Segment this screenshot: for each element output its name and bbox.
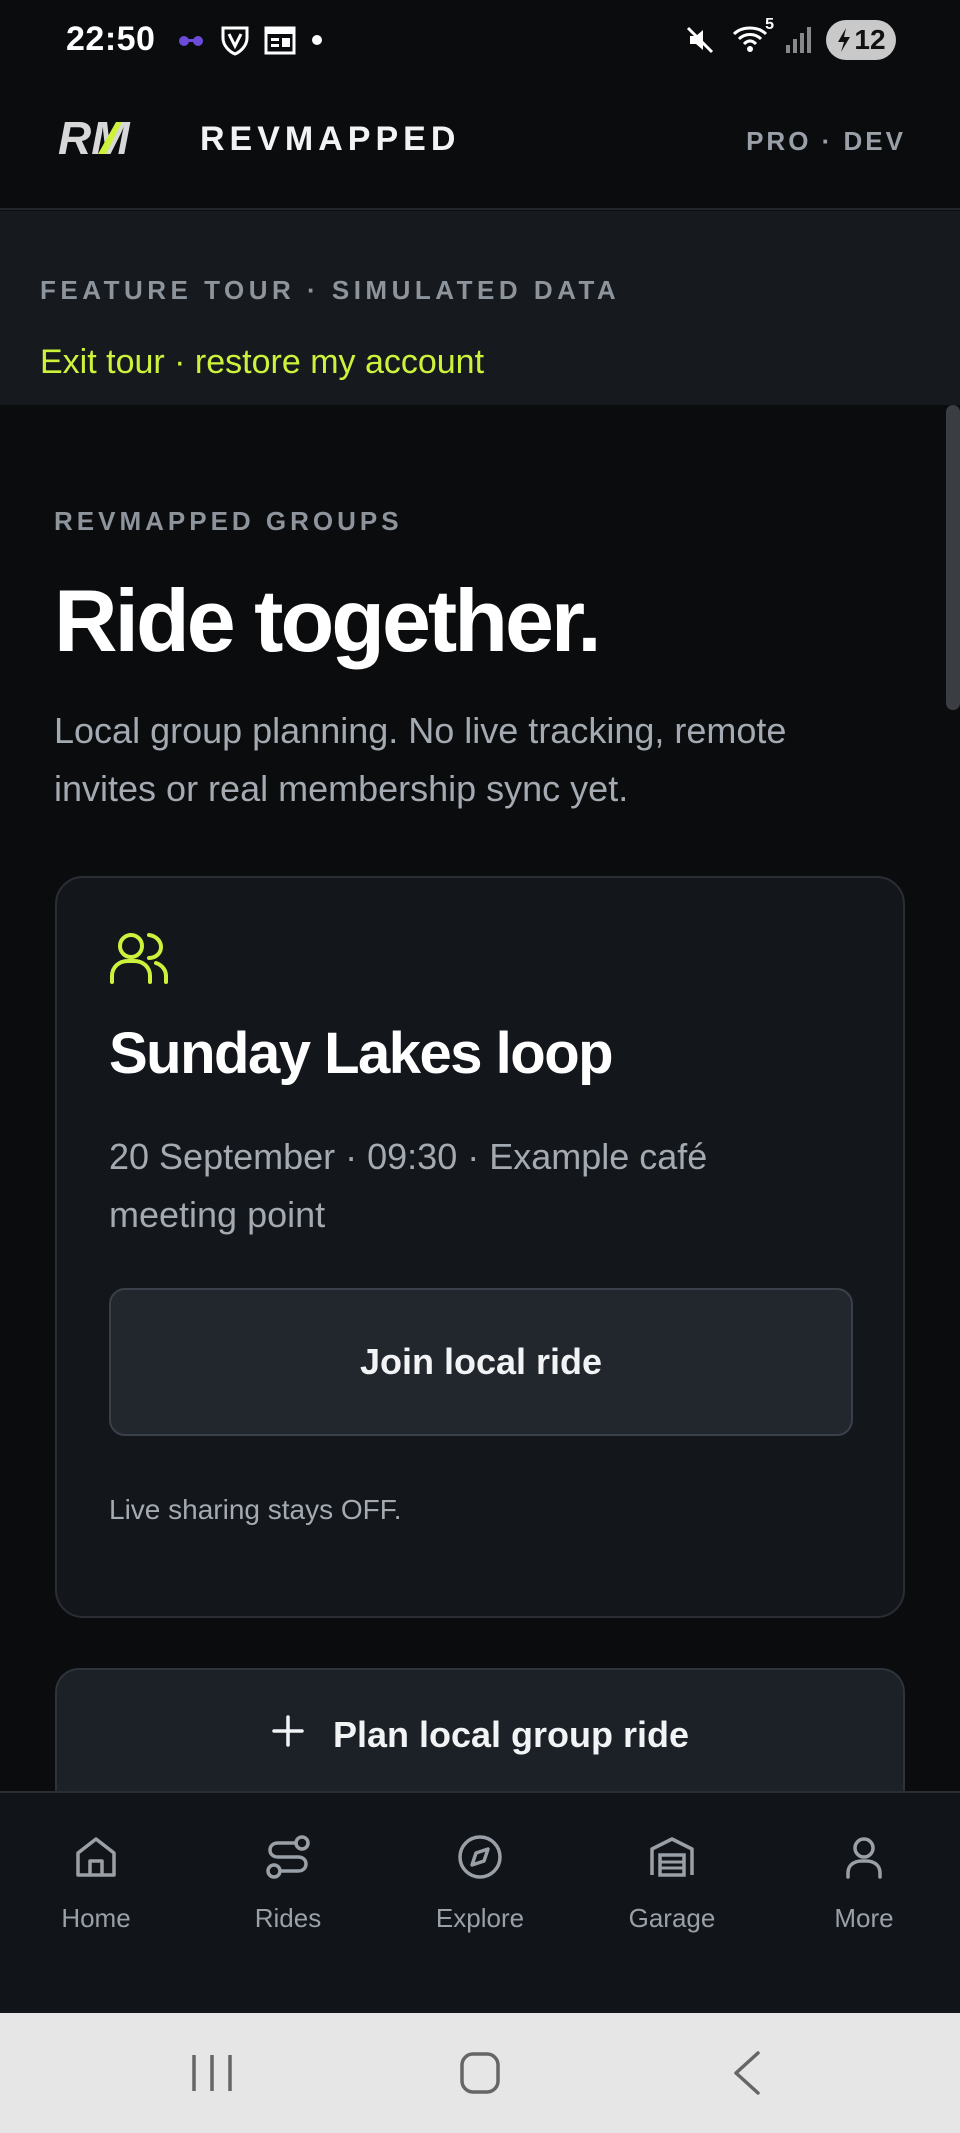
glasses-icon xyxy=(179,36,203,46)
wifi-icon xyxy=(732,26,768,52)
exit-tour-link[interactable]: Exit tour · restore my account xyxy=(40,343,484,382)
plan-group-ride-button[interactable]: Plan local group ride xyxy=(55,1668,905,1808)
person-icon xyxy=(846,1837,882,1879)
battery-indicator: 12 xyxy=(826,20,896,60)
mute-icon xyxy=(686,26,714,54)
brand-name: REVMAPPED xyxy=(200,120,461,158)
home-button-icon[interactable] xyxy=(440,2043,520,2103)
nav-label-more: More xyxy=(834,1903,894,1933)
wifi-indicator: 5 xyxy=(730,16,774,59)
home-icon xyxy=(76,1837,116,1877)
nav-item-more[interactable]: More xyxy=(768,1793,960,2015)
scrollbar-thumb[interactable] xyxy=(946,405,960,710)
charging-bolt-icon xyxy=(838,28,851,52)
status-system-icons: 5 12 xyxy=(684,16,896,60)
nav-item-garage[interactable]: Garage xyxy=(576,1793,768,2015)
route-icon xyxy=(266,1835,310,1879)
signal-icon xyxy=(786,27,811,53)
compass-icon xyxy=(458,1835,502,1879)
calendar-icon xyxy=(264,26,296,55)
shield-v-icon xyxy=(221,26,249,56)
users-icon xyxy=(110,933,168,984)
status-time: 22:50 xyxy=(66,20,156,58)
status-bar: 22:50 5 12 xyxy=(0,0,960,84)
back-icon[interactable] xyxy=(708,2043,788,2103)
nav-label-explore: Explore xyxy=(435,1903,525,1933)
nav-item-explore[interactable]: Explore xyxy=(384,1793,576,2015)
battery-level: 12 xyxy=(854,24,886,55)
nav-item-rides[interactable]: Rides xyxy=(192,1793,384,2015)
logo-text: RM xyxy=(58,114,131,160)
system-navigation-bar xyxy=(0,2013,960,2133)
join-local-ride-button[interactable]: Join local ride xyxy=(109,1288,853,1436)
feature-tour-banner: FEATURE TOUR · SIMULATED DATA Exit tour … xyxy=(0,211,960,405)
plan-button-label: Plan local group ride xyxy=(332,1714,690,1755)
group-ride-card: Sunday Lakes loop 20 September · 09:30 ·… xyxy=(55,876,905,1618)
nav-label-garage: Garage xyxy=(628,1903,716,1933)
status-notification-icons xyxy=(176,24,324,56)
page-title: Ride together. xyxy=(54,571,602,670)
recents-icon[interactable] xyxy=(172,2043,252,2103)
section-eyebrow: REVMAPPED GROUPS xyxy=(54,506,403,536)
live-sharing-note: Live sharing stays OFF. xyxy=(109,1494,402,1525)
ride-title: Sunday Lakes loop xyxy=(109,1021,614,1086)
nav-label-rides: Rides xyxy=(254,1903,322,1933)
wifi-band-label: 5 xyxy=(765,15,774,33)
plus-icon xyxy=(272,1715,304,1747)
nav-item-home[interactable]: Home xyxy=(0,1793,192,2015)
tour-eyebrow: FEATURE TOUR · SIMULATED DATA xyxy=(40,275,621,305)
revmapped-logo[interactable]: RM xyxy=(58,114,172,160)
bottom-navigation: Home Rides Explore Garage More xyxy=(0,1791,960,2013)
nav-label-home: Home xyxy=(61,1903,131,1933)
garage-icon xyxy=(650,1837,694,1877)
ride-meta: 20 September · 09:30 · Example café meet… xyxy=(109,1136,708,1235)
plan-badge: PRO · DEV xyxy=(746,126,906,156)
app-header: RM REVMAPPED PRO · DEV xyxy=(0,84,960,210)
page-subtitle: Local group planning. No live tracking, … xyxy=(54,710,787,809)
dot-icon xyxy=(312,35,322,45)
